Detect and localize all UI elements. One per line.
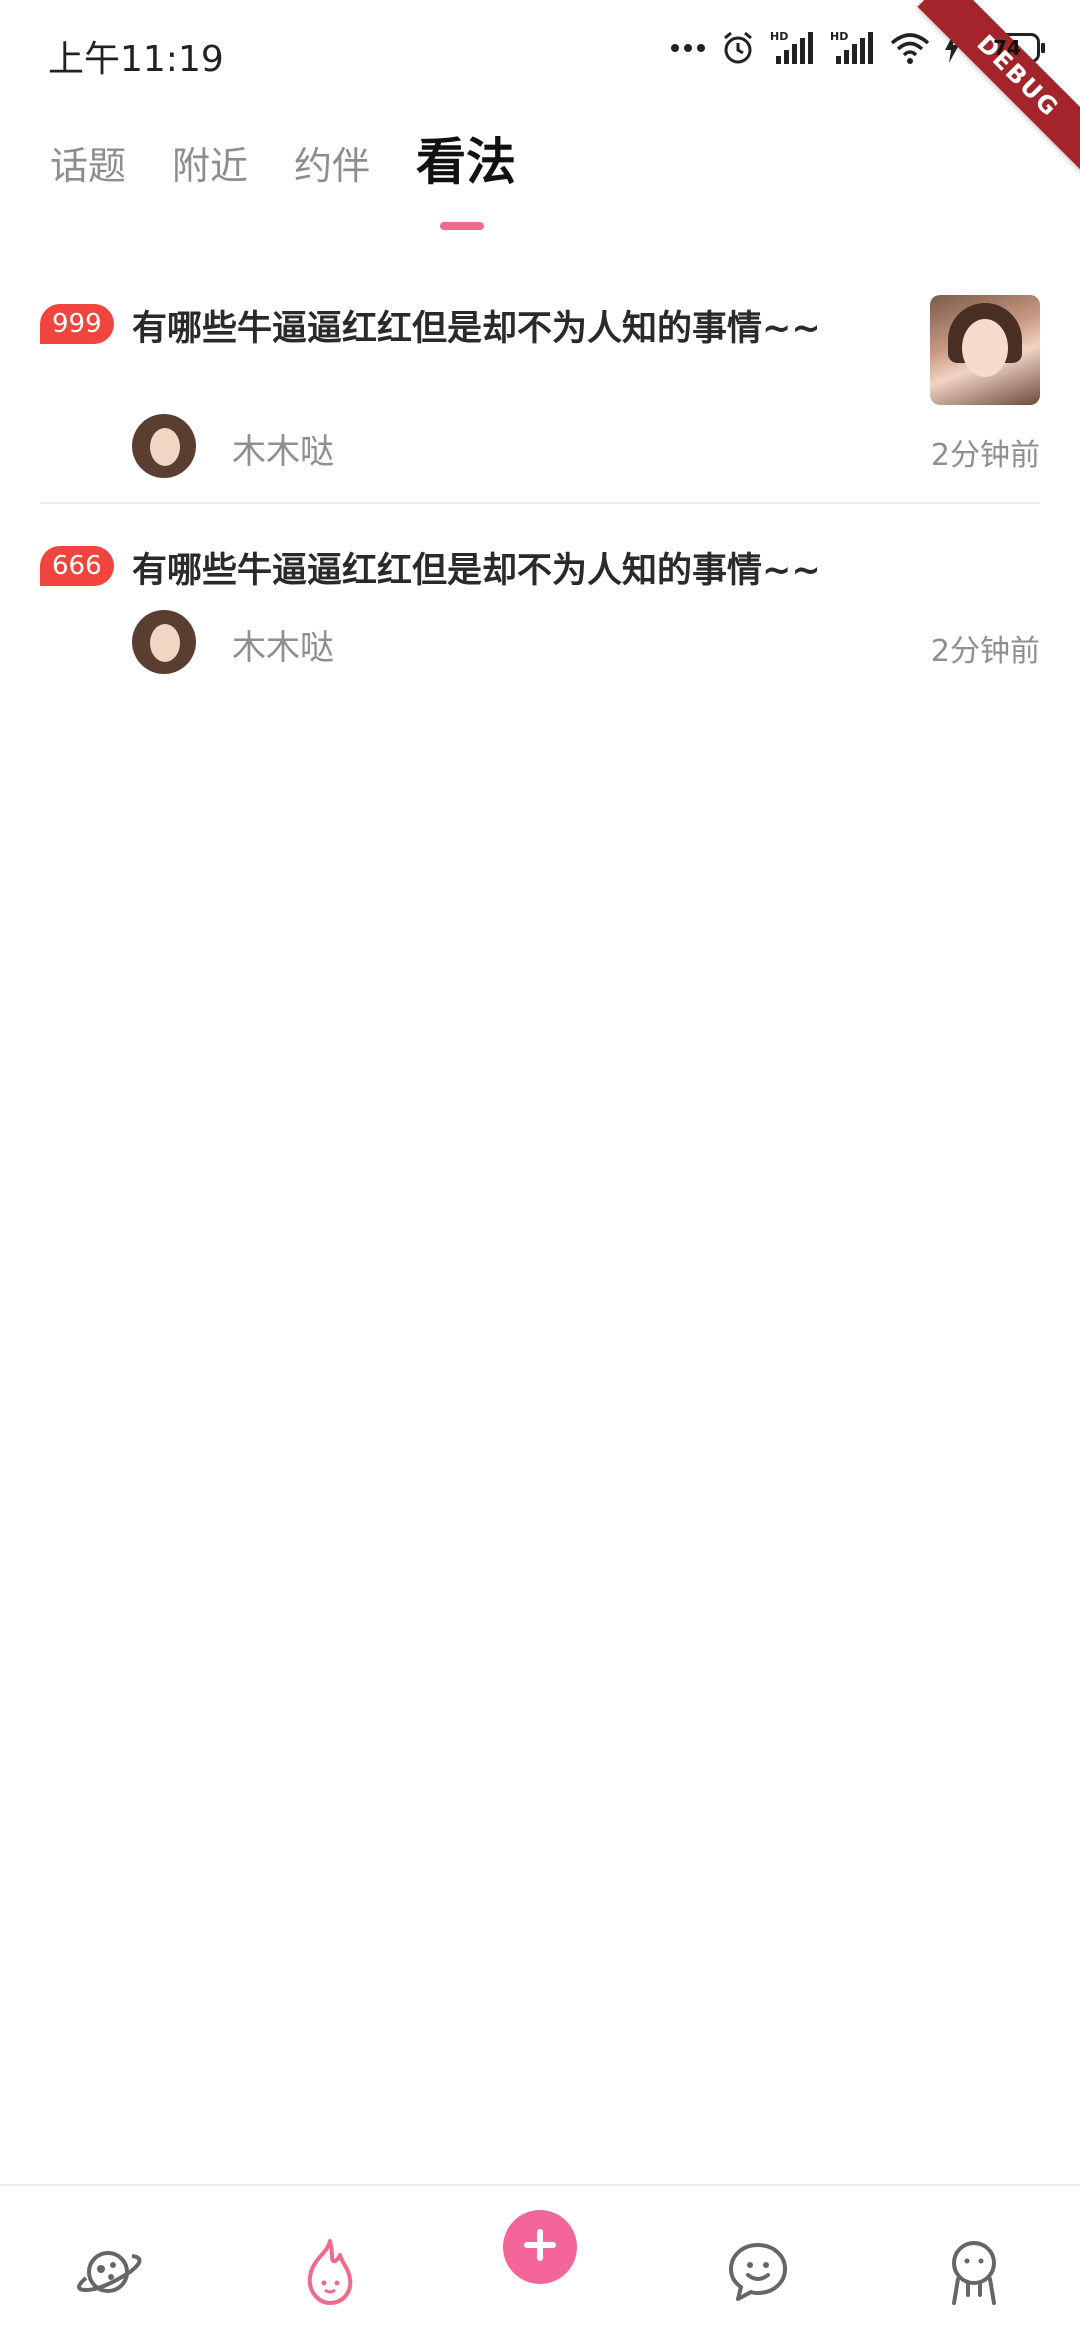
planet-icon <box>70 2242 146 2306</box>
feed-item[interactable]: 666 有哪些牛逼逼红红但是却不为人知的事情~~ 木木哒 2分钟前 <box>40 546 1040 766</box>
post-title[interactable]: 有哪些牛逼逼红红但是却不为人知的事情~~ <box>132 542 821 593</box>
post-title[interactable]: 有哪些牛逼逼红红但是却不为人知的事情~~ <box>132 300 821 351</box>
nav-hot[interactable] <box>290 2234 370 2314</box>
feed-item[interactable]: 999 有哪些牛逼逼红红但是却不为人知的事情~~ 木木哒 2分钟前 <box>40 290 1040 504</box>
author-name[interactable]: 木木哒 <box>232 620 334 669</box>
chat-icon <box>725 2239 791 2309</box>
tab-nearby[interactable]: 附近 <box>172 120 248 200</box>
svg-text:HD: HD <box>830 30 848 43</box>
post-time: 2分钟前 <box>930 634 1040 669</box>
battery-level: 74 <box>993 36 1021 60</box>
count-badge: 666 <box>40 546 114 586</box>
wifi-icon <box>890 28 930 68</box>
signal-hd-icon: HD <box>770 28 816 68</box>
count-badge: 999 <box>40 304 114 344</box>
svg-text:HD: HD <box>770 30 788 43</box>
nav-messages[interactable] <box>718 2234 798 2314</box>
plus-icon <box>522 2227 558 2267</box>
nav-discover[interactable] <box>68 2234 148 2314</box>
status-bar: 上午11:19 HD HD 74 DEBUG <box>0 0 1080 177</box>
publish-button[interactable] <box>503 2210 577 2284</box>
avatar[interactable] <box>132 414 196 478</box>
debug-ribbon: DEBUG <box>917 0 1080 177</box>
author-name[interactable]: 木木哒 <box>232 424 334 473</box>
profile-icon <box>944 2237 1004 2311</box>
bottom-nav <box>0 2184 1080 2340</box>
top-tabs: 话题 附近 约伴 看法 <box>50 120 562 200</box>
flame-icon <box>298 2237 362 2311</box>
status-time: 上午11:19 <box>48 39 224 80</box>
tab-opinions[interactable]: 看法 <box>416 120 516 200</box>
post-time: 2分钟前 <box>930 438 1040 473</box>
post-thumbnail[interactable] <box>930 295 1040 405</box>
tab-companion[interactable]: 约伴 <box>294 120 370 200</box>
active-tab-indicator <box>440 222 484 230</box>
alarm-icon <box>720 28 756 68</box>
tab-topics[interactable]: 话题 <box>50 120 126 200</box>
more-dots-icon <box>670 28 706 68</box>
nav-profile[interactable] <box>934 2234 1014 2314</box>
signal-hd-icon: HD <box>830 28 876 68</box>
opinion-feed: 999 有哪些牛逼逼红红但是却不为人知的事情~~ 木木哒 2分钟前 666 有哪… <box>40 290 1040 766</box>
avatar[interactable] <box>132 610 196 674</box>
